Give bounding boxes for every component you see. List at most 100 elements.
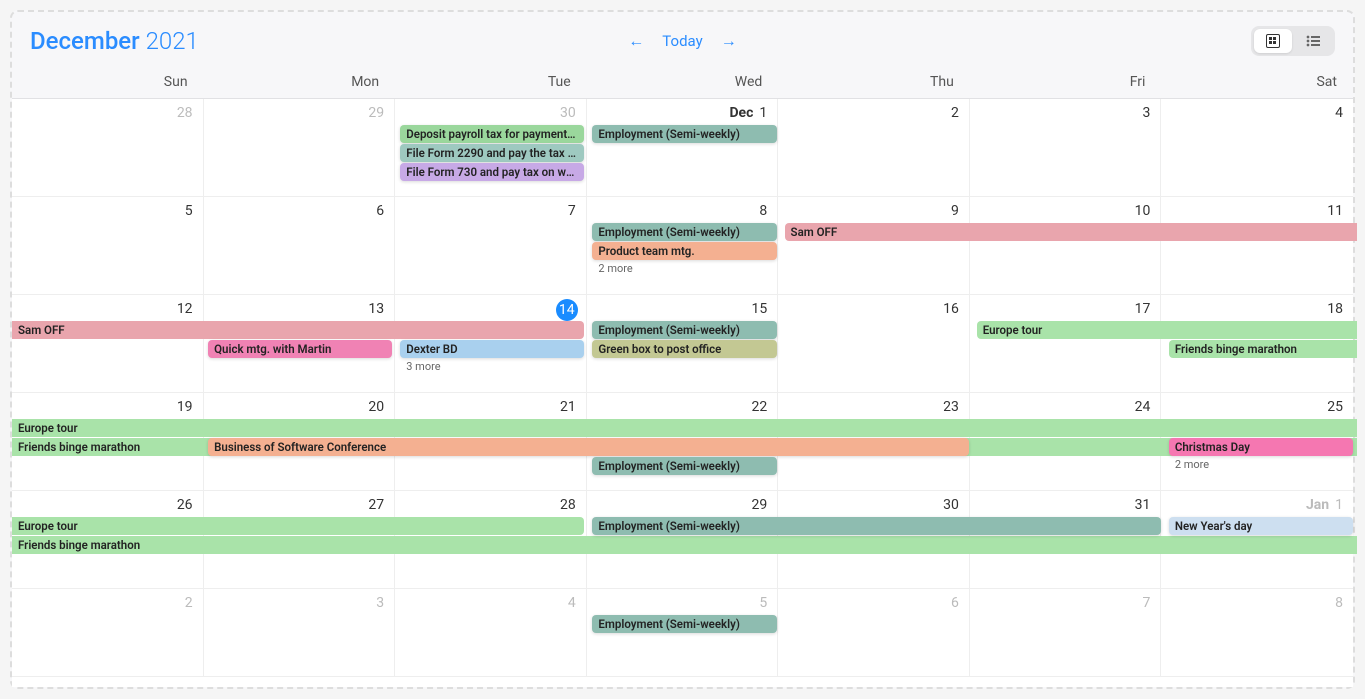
day-cell[interactable]: 4: [1161, 99, 1353, 197]
day-number: 23: [943, 399, 959, 415]
day-cell[interactable]: 5: [12, 197, 204, 295]
more-events-link[interactable]: 3 more: [400, 359, 446, 375]
day-number: 7: [568, 203, 576, 219]
day-cell[interactable]: 6: [778, 589, 970, 677]
day-number: 7: [1143, 595, 1151, 611]
day-number: 3: [1143, 105, 1151, 121]
event[interactable]: Sam OFF: [12, 321, 584, 339]
today-button[interactable]: Today: [662, 32, 702, 50]
event[interactable]: Europe tour: [12, 517, 584, 535]
dayheader-row: SunMonTueWedThuFriSat: [12, 66, 1353, 99]
more-events-link[interactable]: 2 more: [1169, 457, 1215, 473]
calendar-header: December 2021 ← Today →: [12, 12, 1353, 66]
day-cell[interactable]: 29: [204, 99, 396, 197]
day-cell[interactable]: 16: [778, 295, 970, 393]
day-cell[interactable]: 28: [12, 99, 204, 197]
event[interactable]: File Form 730 and pay tax on wa…: [400, 163, 584, 181]
prev-month-button[interactable]: ←: [622, 31, 650, 51]
day-number: 5: [759, 595, 767, 611]
day-number: 8: [759, 203, 767, 219]
day-number: 5: [185, 203, 193, 219]
day-number: 3: [376, 595, 384, 611]
day-number: 9: [951, 203, 959, 219]
nav-center: ← Today →: [622, 31, 742, 51]
event[interactable]: Europe tour: [977, 321, 1357, 339]
day-cell[interactable]: 8: [1161, 589, 1353, 677]
grid-icon: [1266, 34, 1280, 48]
day-cell[interactable]: 3: [970, 99, 1162, 197]
day-number: 22: [752, 399, 768, 415]
day-number-today: 14: [556, 299, 578, 321]
day-cell[interactable]: Dec1: [587, 99, 779, 197]
day-cell[interactable]: 2: [12, 589, 204, 677]
event[interactable]: Employment (Semi-weekly): [592, 615, 776, 633]
title-year: 2021: [146, 27, 199, 55]
day-cell[interactable]: 11: [1161, 197, 1353, 295]
day-number: 13: [368, 301, 384, 317]
day-number: 2: [951, 105, 959, 121]
event[interactable]: Europe tour: [12, 419, 1357, 437]
day-number: 28: [177, 105, 193, 121]
day-cell[interactable]: 7: [970, 589, 1162, 677]
event[interactable]: Employment (Semi-weekly): [592, 517, 1160, 535]
more-events-link[interactable]: 2 more: [592, 261, 638, 277]
day-number: 6: [376, 203, 384, 219]
dayheader-cell: Wed: [587, 66, 779, 98]
day-number: 8: [1335, 595, 1343, 611]
next-month-button[interactable]: →: [715, 31, 743, 51]
list-view-button[interactable]: [1294, 29, 1332, 53]
day-cell[interactable]: 12: [12, 295, 204, 393]
day-number: 17: [1135, 301, 1151, 317]
event[interactable]: Deposit payroll tax for payment…: [400, 125, 584, 143]
event[interactable]: Employment (Semi-weekly): [592, 223, 776, 241]
day-cell[interactable]: 9: [778, 197, 970, 295]
day-number: 15: [752, 301, 768, 317]
day-cell[interactable]: 6: [204, 197, 396, 295]
day-cell[interactable]: 7: [395, 197, 587, 295]
event[interactable]: Employment (Semi-weekly): [592, 125, 776, 143]
day-number: 29: [752, 497, 768, 513]
month-view-button[interactable]: [1254, 29, 1292, 53]
day-number: 18: [1327, 301, 1343, 317]
day-number: 12: [177, 301, 193, 317]
day-cell[interactable]: 2: [778, 99, 970, 197]
event[interactable]: Sam OFF: [785, 223, 1357, 241]
day-number: 27: [368, 497, 384, 513]
day-number: 25: [1327, 399, 1343, 415]
list-icon: [1306, 35, 1320, 47]
day-cell[interactable]: 17: [970, 295, 1162, 393]
event[interactable]: Product team mtg.: [592, 242, 776, 260]
event[interactable]: Quick mtg. with Martin: [208, 340, 392, 358]
day-number: 29: [368, 105, 384, 121]
day-cell[interactable]: 4: [395, 589, 587, 677]
event[interactable]: Green box to post office: [592, 340, 776, 358]
day-number: 26: [177, 497, 193, 513]
event[interactable]: Employment (Semi-weekly): [592, 321, 776, 339]
day-number: 10: [1135, 203, 1151, 219]
dayheader-cell: Sun: [12, 66, 204, 98]
day-number: 20: [368, 399, 384, 415]
event[interactable]: Business of Software Conference: [208, 438, 969, 456]
event[interactable]: Employment (Semi-weekly): [592, 457, 776, 475]
day-number: 11: [1327, 203, 1343, 219]
event[interactable]: File Form 2290 and pay the tax f…: [400, 144, 584, 162]
day-number: 6: [951, 595, 959, 611]
day-cell[interactable]: 5: [587, 589, 779, 677]
event[interactable]: Dexter BD: [400, 340, 584, 358]
day-number: 30: [560, 105, 576, 121]
title-month: December: [30, 27, 140, 55]
day-number: 4: [1335, 105, 1343, 121]
event[interactable]: Christmas Day: [1169, 438, 1353, 456]
dayheader-cell: Thu: [778, 66, 970, 98]
day-number: 19: [177, 399, 193, 415]
day-cell[interactable]: 10: [970, 197, 1162, 295]
dayheader-cell: Tue: [395, 66, 587, 98]
event[interactable]: New Year's day: [1169, 517, 1353, 535]
event[interactable]: Friends binge marathon: [12, 536, 1357, 554]
day-cell[interactable]: 3: [204, 589, 396, 677]
day-number: 30: [943, 497, 959, 513]
day-number: 28: [560, 497, 576, 513]
dayheader-cell: Sat: [1161, 66, 1353, 98]
event[interactable]: Friends binge marathon: [1169, 340, 1357, 358]
calendar-grid: 282930Dec1234567891011121314151617181920…: [12, 99, 1353, 687]
